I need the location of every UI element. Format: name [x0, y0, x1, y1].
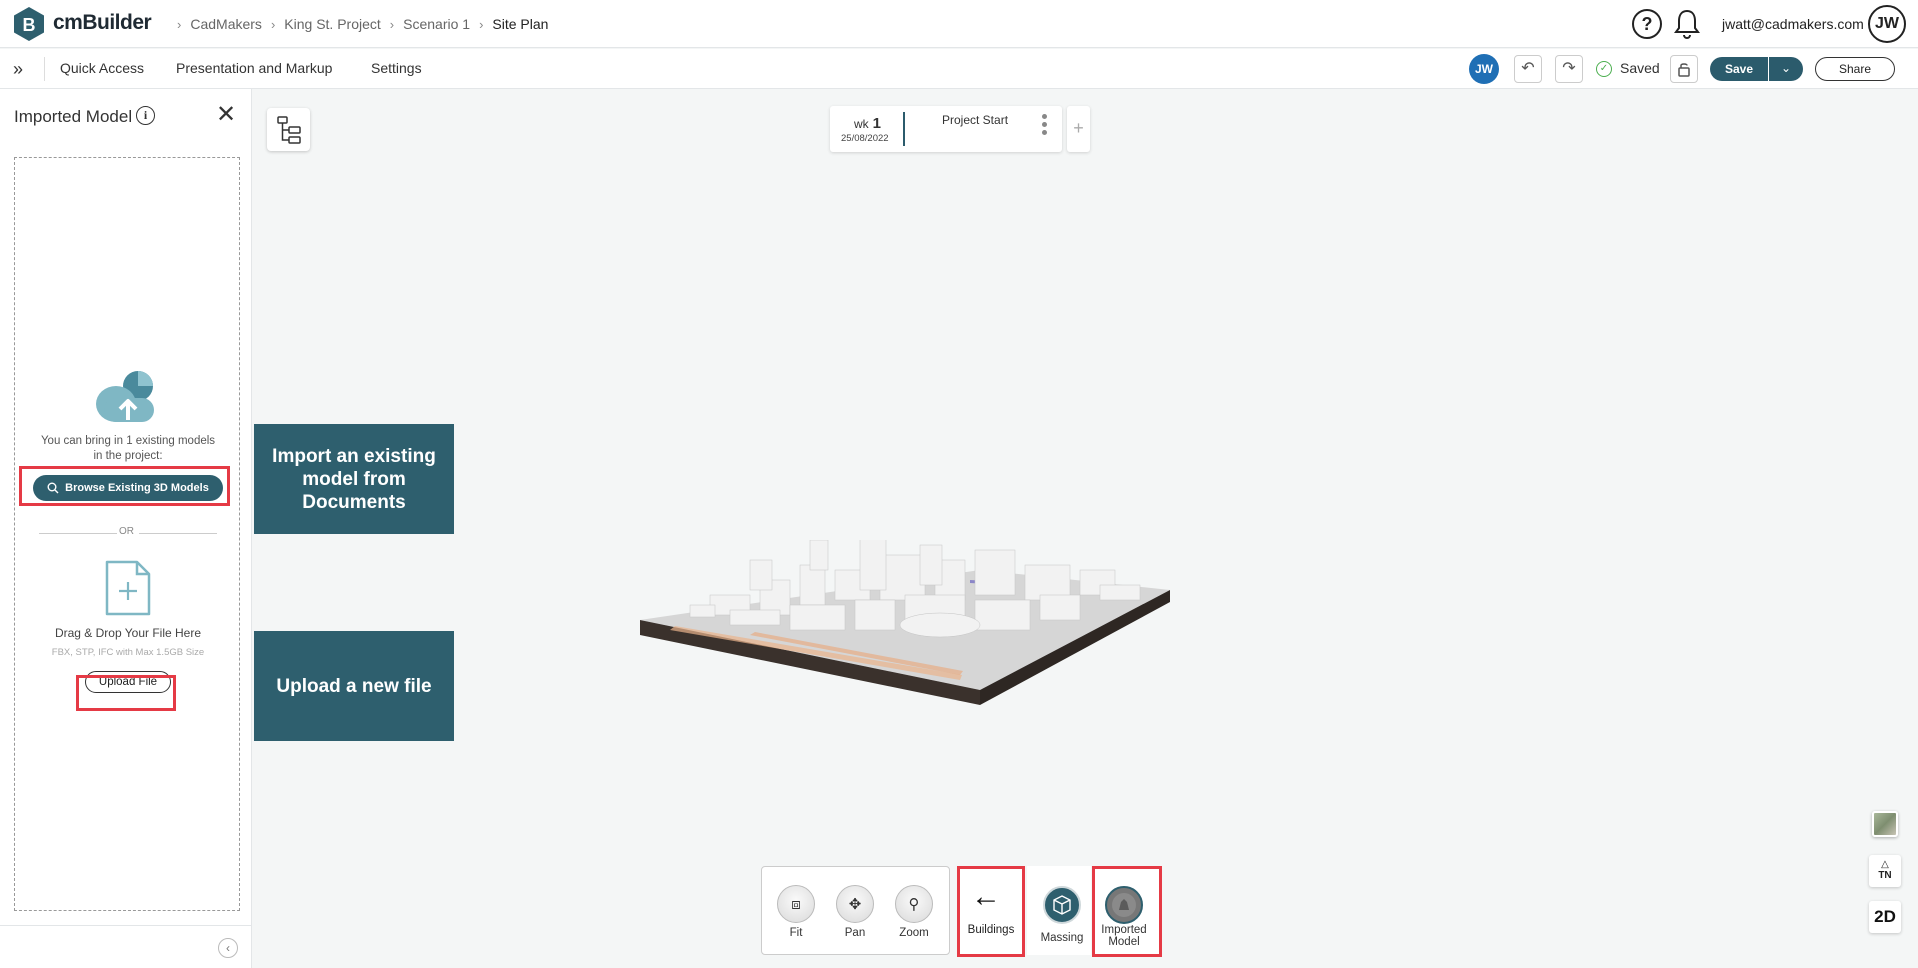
divider-right [139, 533, 217, 534]
callout-import-existing: Import an existing model from Documents [254, 424, 454, 534]
zoom-icon: ⚲ [895, 885, 933, 923]
breadcrumb-item-company[interactable]: CadMakers [190, 16, 262, 32]
info-icon[interactable]: i [136, 106, 155, 125]
timeline-milestone-card[interactable]: wk 1 25/08/2022 Project Start [830, 106, 1062, 152]
callout-upload-new: Upload a new file [254, 631, 454, 741]
redo-button[interactable]: ↷ [1555, 55, 1583, 83]
scene-tree-button[interactable] [267, 108, 310, 151]
saved-check-icon: ✓ [1596, 61, 1612, 77]
menu-quick-access[interactable]: Quick Access [60, 60, 144, 76]
chevron-right-icon: › [270, 16, 276, 32]
highlight-buildings-button [957, 866, 1025, 957]
supported-formats-text: FBX, STP, IFC with Max 1.5GB Size [51, 647, 205, 658]
breadcrumb: › CadMakers › King St. Project › Scenari… [168, 16, 548, 32]
milestone-date: 25/08/2022 [841, 133, 889, 144]
add-milestone-button[interactable]: + [1067, 106, 1090, 152]
undo-button[interactable]: ↶ [1514, 55, 1542, 83]
more-options-icon[interactable] [1042, 114, 1048, 144]
true-north-label: TN [1878, 870, 1892, 881]
menu-bar: » Quick Access Presentation and Markup S… [0, 49, 1918, 89]
milestone-divider [903, 112, 905, 146]
breadcrumb-item-current: Site Plan [492, 16, 549, 32]
notification-bell-icon[interactable] [1673, 8, 1701, 40]
save-status: Saved [1620, 60, 1660, 76]
collapse-panel-icon[interactable]: ‹ [218, 938, 238, 958]
hierarchy-tree-icon [277, 116, 301, 144]
breadcrumb-item-project[interactable]: King St. Project [284, 16, 381, 32]
highlight-imported-model-button [1092, 866, 1162, 957]
chevron-down-icon: ⌄ [1780, 61, 1792, 75]
zoom-button[interactable]: ⚲ Zoom [892, 885, 936, 939]
share-button[interactable]: Share [1815, 57, 1895, 81]
highlight-upload-button [76, 675, 176, 711]
chevron-right-icon: › [479, 16, 484, 32]
file-drop-zone[interactable]: You can bring in 1 existing models in th… [14, 157, 240, 911]
imported-model-panel: Imported Model i ✕ You can bring in 1 ex… [0, 89, 252, 968]
milestone-name: Project Start [942, 113, 1009, 127]
week-number: 1 [872, 115, 882, 132]
week-label: wk 1 [854, 115, 882, 132]
menu-settings[interactable]: Settings [371, 60, 422, 76]
satellite-basemap-toggle[interactable] [1872, 811, 1898, 837]
drag-drop-text: Drag & Drop Your File Here [54, 626, 202, 640]
save-options-dropdown[interactable]: ⌄ [1769, 57, 1803, 81]
import-limit-text: You can bring in 1 existing models in th… [40, 435, 216, 462]
pan-label: Pan [844, 927, 866, 939]
menu-presentation-markup[interactable]: Presentation and Markup [176, 60, 332, 76]
svg-text:B: B [23, 15, 36, 35]
north-arrow-icon: △ [1881, 859, 1889, 870]
pan-icon: ✥ [836, 885, 874, 923]
collaborator-avatar[interactable]: JW [1469, 54, 1499, 84]
breadcrumb-item-scenario[interactable]: Scenario 1 [403, 16, 470, 32]
close-icon[interactable]: ✕ [216, 103, 236, 127]
fit-button[interactable]: ⧈ Fit [774, 885, 818, 939]
fit-label: Fit [789, 927, 803, 939]
fit-icon: ⧈ [777, 885, 815, 923]
highlight-browse-button [19, 466, 230, 506]
help-icon[interactable]: ? [1632, 9, 1662, 39]
view-toolbar: ⧈ Fit ✥ Pan ⚲ Zoom [761, 866, 950, 955]
lock-icon [1678, 63, 1690, 77]
massing-button[interactable]: Massing [1027, 866, 1091, 955]
lock-button[interactable] [1670, 55, 1698, 83]
undo-icon: ↶ [1521, 60, 1535, 77]
city-3d-model[interactable] [630, 540, 1180, 720]
menu-divider [44, 57, 45, 81]
massing-cube-icon [1043, 886, 1081, 924]
panel-title: Imported Model [14, 107, 133, 126]
or-separator: OR [119, 526, 134, 537]
massing-label: Massing [1040, 932, 1084, 944]
view-2d-button[interactable]: 2D [1869, 901, 1901, 933]
expand-sidebar-icon[interactable]: » [13, 59, 33, 79]
top-bar: B cmBuilder › CadMakers › King St. Proje… [0, 0, 1918, 48]
save-button[interactable]: Save [1710, 57, 1768, 81]
zoom-label: Zoom [899, 927, 929, 939]
panel-footer-divider [0, 925, 252, 926]
pan-button[interactable]: ✥ Pan [833, 885, 877, 939]
add-document-icon [105, 560, 151, 616]
user-avatar[interactable]: JW [1868, 5, 1906, 43]
chevron-right-icon: › [177, 16, 182, 32]
redo-icon: ↷ [1562, 60, 1576, 77]
user-email[interactable]: jwatt@cadmakers.com [1722, 16, 1864, 32]
true-north-button[interactable]: △ TN [1869, 855, 1901, 887]
cloud-upload-icon [96, 371, 154, 422]
chevron-right-icon: › [389, 16, 395, 32]
divider-left [39, 533, 117, 534]
cmbuilder-logo-icon[interactable]: B [13, 6, 45, 42]
app-name: cmBuilder [53, 11, 152, 34]
